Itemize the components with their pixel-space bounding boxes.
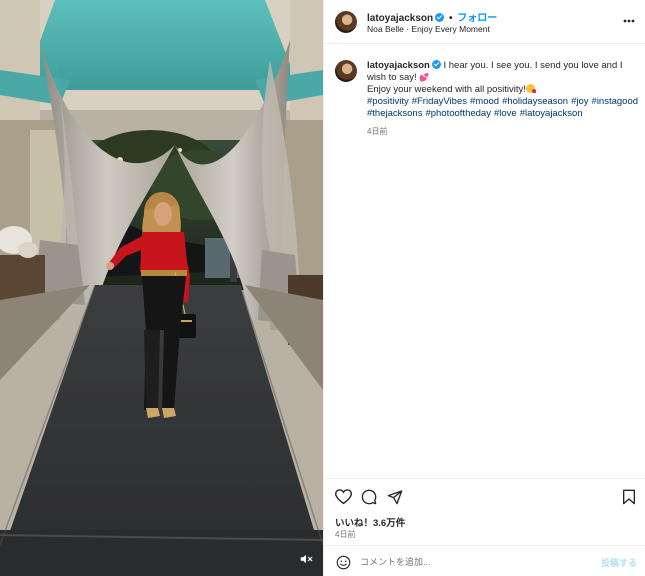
follow-button[interactable]: フォロー — [457, 13, 497, 24]
comment-button[interactable] — [360, 488, 378, 506]
caption-username[interactable]: latoyajackson — [367, 60, 430, 71]
header-user-line: latoyajackson • フォロー — [367, 9, 497, 24]
heart-emoji-icon: 💕 — [419, 73, 430, 82]
share-button[interactable] — [386, 488, 404, 506]
comment-bar: 投稿する — [324, 545, 645, 576]
post-comment-button[interactable]: 投稿する — [601, 556, 637, 569]
emoji-icon — [336, 555, 350, 569]
post-timestamp: 4日前 — [335, 530, 356, 539]
caption-line-2: Enjoy your weekend with all positivity! — [367, 84, 526, 95]
verified-badge-icon — [435, 13, 445, 22]
caption-avatar[interactable] — [335, 60, 357, 82]
heart-icon — [334, 489, 352, 505]
comment-input[interactable] — [360, 553, 580, 570]
bookmark-icon — [623, 489, 635, 505]
verified-badge-icon — [431, 60, 441, 69]
more-options-button[interactable] — [622, 14, 636, 28]
hashtag-link[interactable]: #photooftheday — [425, 108, 491, 119]
post-header: latoyajackson • フォロー Noa Belle · Enjoy E… — [324, 0, 645, 44]
post-panel: latoyajackson • フォロー Noa Belle · Enjoy E… — [323, 0, 645, 576]
speaker-muted-icon — [300, 554, 313, 564]
hashtag-list: #positivity #FridayVibes #mood #holidayseas… — [367, 96, 639, 120]
username-link[interactable]: latoyajackson — [367, 13, 433, 24]
mute-button[interactable] — [299, 552, 315, 568]
hashtag-link[interactable]: #thejacksons — [367, 108, 422, 119]
hashtag-link[interactable]: #mood — [470, 96, 499, 107]
audio-label[interactable]: Noa Belle · Enjoy Every Moment — [367, 24, 490, 34]
post-media[interactable] — [0, 0, 323, 576]
comment-icon — [361, 489, 377, 505]
hashtag-link[interactable]: #instagood — [592, 96, 638, 107]
share-icon — [387, 490, 403, 505]
hashtag-link[interactable]: #positivity — [367, 96, 409, 107]
emoji-button[interactable] — [335, 554, 351, 570]
caption-text: latoyajackson I hear you. I see you. I s… — [367, 60, 639, 138]
hashtag-link[interactable]: #love — [494, 108, 517, 119]
hashtag-link[interactable]: #latoyajackson — [520, 108, 583, 119]
like-count[interactable]: いいね！3.6万件 — [335, 515, 405, 529]
hashtag-link[interactable]: #joy — [571, 96, 588, 107]
media-scene — [0, 0, 323, 576]
avatar[interactable] — [335, 11, 357, 33]
save-button[interactable] — [620, 488, 638, 506]
caption-timestamp: 4日前 — [367, 127, 388, 136]
kiss-emoji-icon — [525, 84, 536, 93]
separator-dot: • — [448, 13, 453, 24]
hashtag-link[interactable]: #FridayVibes — [412, 96, 467, 107]
like-button[interactable] — [334, 488, 352, 506]
caption-line-2-wrap: Enjoy your weekend with all positivity! — [367, 84, 639, 96]
hashtag-link[interactable]: #holidayseason — [502, 96, 568, 107]
more-horizontal-icon — [623, 19, 635, 23]
